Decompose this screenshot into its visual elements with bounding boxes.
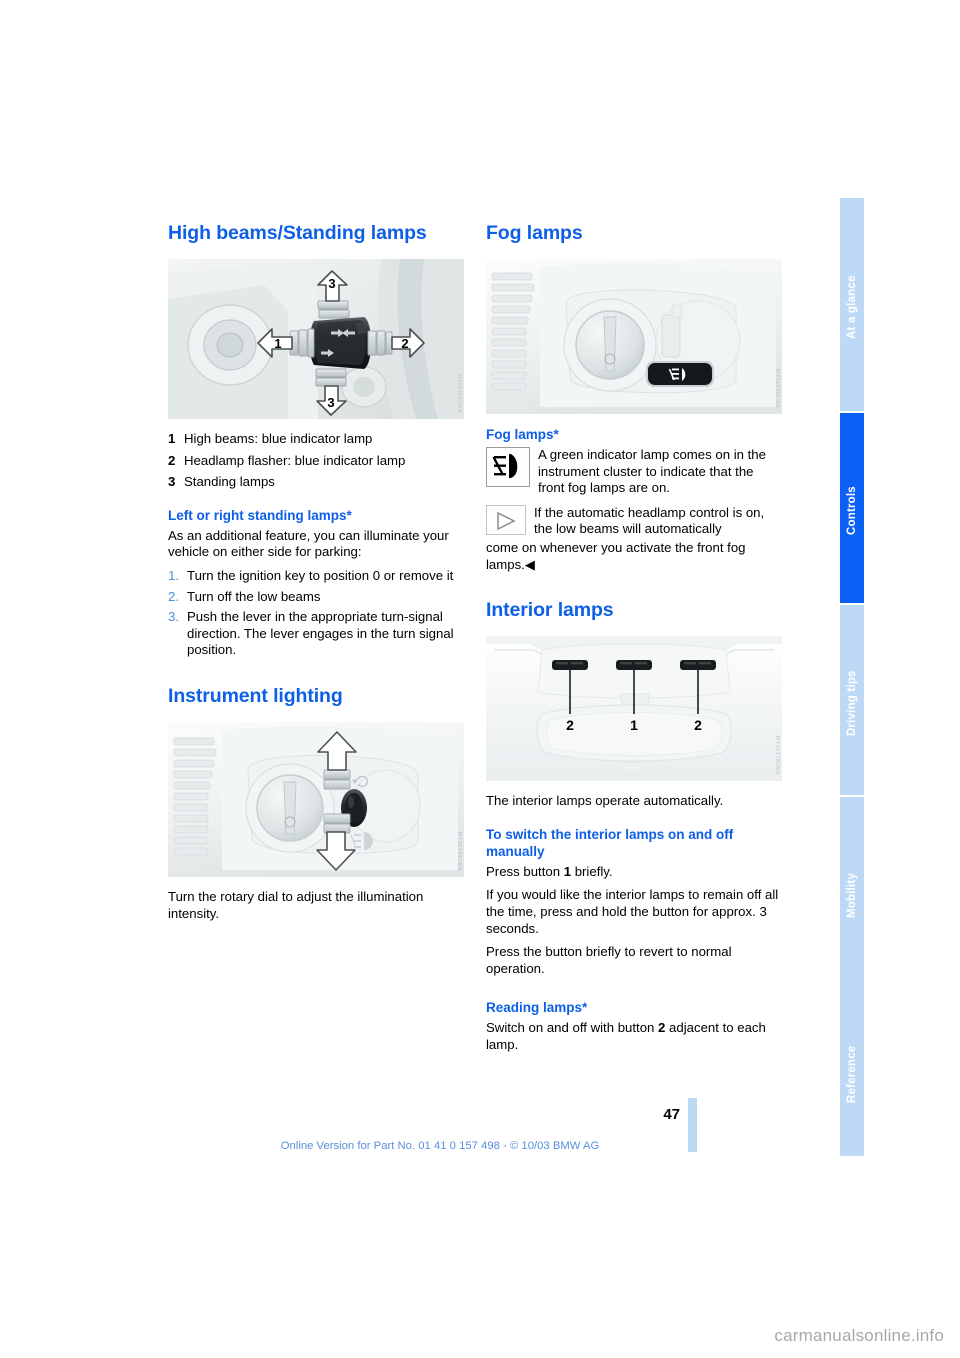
page-number: 47: [663, 1106, 680, 1123]
step-text: Turn the ignition key to position 0 or r…: [187, 567, 454, 583]
sidebar-tab-reference[interactable]: Reference: [840, 987, 864, 1156]
triangle-pointer-glyph: [497, 511, 516, 530]
sidebar-tab-label: At a glance: [846, 275, 858, 340]
legend-number: 1: [168, 431, 176, 446]
svg-text:3: 3: [327, 395, 334, 410]
subheading-reading-lamps: Reading lamps*: [486, 1000, 588, 1016]
press-button-suffix: briefly.: [571, 863, 613, 879]
heading-fog-lamps: Fog lamps: [486, 222, 583, 244]
procedure-step: 3. Push the lever in the appropriate tur…: [168, 609, 464, 659]
figure-code: MY01T64CMA: [456, 831, 462, 871]
paragraph-instrument-lighting: Turn the rotary dial to adjust the illum…: [168, 888, 424, 921]
section-navigation-tabs: At a glance Controls Driving tips Mobili…: [840, 196, 864, 1156]
left-content-column: High beams/Standing lamps 1 2 3 3 MY01T6…: [168, 222, 464, 929]
legend-number: 3: [168, 474, 176, 490]
note-automatic-headlamp-continued: come on whenever you activate the front …: [486, 539, 746, 572]
right-content-column: Fog lamps MY01T66CMA Fog lamps* A green …: [486, 222, 782, 1061]
paragraph-interior-lamps-auto: The interior lamps operate automatically…: [486, 793, 724, 809]
paragraph-press-button-1: Press button 1 briefly.: [486, 864, 782, 881]
legend-item: 3 Standing lamps: [168, 474, 464, 491]
footer-copyright-note: Online Version for Part No. 01 41 0 157 …: [280, 1140, 600, 1152]
svg-text:1: 1: [274, 336, 281, 351]
paragraph-revert-normal: Press the button briefly to revert to no…: [486, 944, 732, 976]
fog-lamp-glyph: [492, 454, 518, 478]
press-button-prefix: Press button: [486, 863, 564, 879]
sidebar-tab-driving-tips[interactable]: Driving tips: [840, 603, 864, 795]
interior-lamps-illustration: 2 1 2: [486, 636, 782, 782]
heading-interior-lamps: Interior lamps: [486, 599, 614, 622]
paragraph-hold-button: If you would like the interior lamps to …: [486, 887, 779, 936]
note-fog-indicator: A green indicator lamp comes on in the i…: [486, 447, 782, 497]
sidebar-tab-label: Driving tips: [846, 670, 858, 736]
legend-number: 2: [168, 452, 176, 468]
legend-text: Standing lamps: [184, 474, 275, 490]
figure-fog-lamp-switch: MY01T66CMA: [486, 259, 782, 414]
turn-signal-stalk-illustration: 1 2 3 3: [168, 259, 464, 419]
step-text: Push the lever in the appropriate turn-s…: [187, 609, 454, 658]
reading-lamps-prefix: Switch on and off with button: [486, 1020, 659, 1036]
figure-code: MY01T62CMA: [456, 373, 462, 413]
figure-interior-lamps: 2 1 2 MY01T72CMA: [486, 636, 782, 782]
figure-code: MY01T66CMA: [774, 368, 780, 408]
site-watermark: carmanualsonline.info: [774, 1326, 944, 1345]
subheading-switch-interior-lamps: To switch the interior lamps on and off …: [486, 826, 734, 859]
step-marker: 1.: [168, 567, 179, 583]
subheading-fog-lamps: Fog lamps*: [486, 427, 559, 442]
sidebar-tab-label: Controls: [846, 486, 858, 536]
sidebar-tab-controls[interactable]: Controls: [840, 411, 864, 603]
note-automatic-headlamp: If the automatic headlamp control is on,…: [486, 504, 782, 538]
figure-turn-signal-stalk: 1 2 3 3 MY01T62CMA: [168, 259, 464, 419]
svg-text:2: 2: [566, 717, 574, 733]
instrument-lighting-illustration: [168, 721, 464, 877]
note-fog-indicator-text: A green indicator lamp comes on in the i…: [538, 447, 766, 496]
svg-text:3: 3: [328, 276, 335, 291]
figure-instrument-lighting: MY01T64CMA: [168, 721, 464, 877]
legend-item: 2 Headlamp flasher: blue indicator lamp: [168, 453, 464, 470]
fog-lamp-switch-illustration: [486, 259, 782, 414]
fog-lamp-indicator-icon: [486, 447, 530, 487]
step-marker: 3.: [168, 609, 179, 625]
heading-instrument-lighting: Instrument lighting: [168, 684, 343, 707]
svg-text:2: 2: [401, 336, 408, 351]
triangle-pointer-icon: [486, 504, 526, 535]
legend-text: Headlamp flasher: blue indicator lamp: [184, 452, 406, 468]
sidebar-tab-label: Mobility: [846, 872, 858, 918]
paragraph-standing-lamps-intro: As an additional feature, you can illumi…: [168, 527, 449, 560]
legend-item: 1 High beams: blue indicator lamp: [168, 431, 464, 448]
legend-list-high-beams: 1 High beams: blue indicator lamp 2 Head…: [168, 431, 464, 491]
sidebar-tab-label: Reference: [846, 1045, 858, 1104]
paragraph-reading-lamps: Switch on and off with button 2 adjacent…: [486, 1020, 782, 1053]
step-marker: 2.: [168, 588, 179, 604]
manual-page: At a glance Controls Driving tips Mobili…: [0, 0, 960, 1358]
svg-text:2: 2: [694, 717, 702, 733]
button-number-1: 1: [563, 863, 572, 879]
sidebar-tab-at-a-glance[interactable]: At a glance: [840, 196, 864, 411]
procedure-standing-lamps: 1. Turn the ignition key to position 0 o…: [168, 568, 464, 659]
sidebar-tab-mobility[interactable]: Mobility: [840, 795, 864, 987]
legend-text: High beams: blue indicator lamp: [184, 431, 373, 446]
procedure-step: 1. Turn the ignition key to position 0 o…: [168, 568, 464, 585]
svg-text:1: 1: [630, 717, 638, 733]
procedure-step: 2. Turn off the low beams: [168, 589, 464, 606]
subheading-left-or-right-standing-lamps: Left or right standing lamps*: [168, 507, 352, 523]
figure-code: MY01T72CMA: [774, 736, 780, 776]
step-text: Turn off the low beams: [187, 588, 321, 604]
note-automatic-headlamp-text: If the automatic headlamp control is on,…: [534, 504, 765, 537]
heading-high-beams-standing-lamps: High beams/Standing lamps: [168, 222, 427, 244]
